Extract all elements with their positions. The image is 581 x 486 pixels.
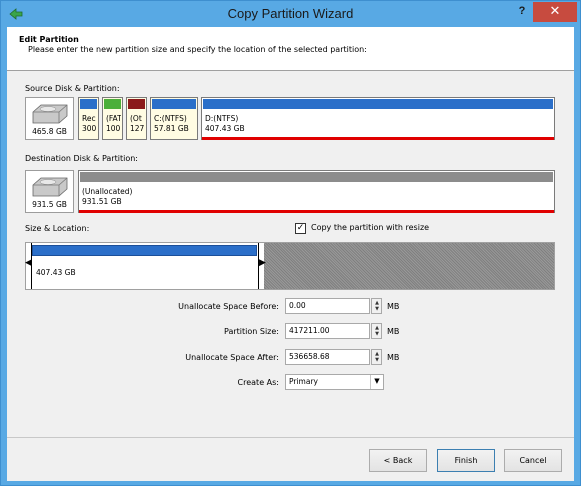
chevron-down-icon[interactable]: ▼ bbox=[370, 375, 383, 389]
partition-block[interactable]: 407.43 GB ◀ ▶ bbox=[25, 243, 266, 289]
destination-disk-label: Destination Disk & Partition: bbox=[25, 154, 138, 163]
unalloc-before-unit: MB bbox=[387, 302, 400, 311]
destination-disk-size: 931.5 GB bbox=[32, 200, 67, 209]
partition-block-bar bbox=[32, 245, 257, 256]
unalloc-after-spinner[interactable]: ▲ ▼ bbox=[371, 349, 382, 365]
left-resize-handle[interactable]: ◀ bbox=[25, 243, 32, 289]
right-resize-handle[interactable]: ▶ bbox=[258, 243, 266, 289]
partition-text: C:(NTFS) 57.81 GB bbox=[154, 114, 189, 133]
cancel-button[interactable]: Cancel bbox=[504, 449, 562, 472]
partition-text: (Unallocated) 931.51 GB bbox=[82, 187, 133, 206]
spin-down-icon[interactable]: ▼ bbox=[373, 306, 381, 312]
unalloc-after-input[interactable]: 536658.68 bbox=[285, 349, 370, 365]
window-title: Copy Partition Wizard bbox=[227, 6, 354, 21]
right-handle-arrow-icon: ▶ bbox=[259, 258, 266, 268]
partition-text: D:(NTFS) 407.43 GB bbox=[205, 114, 245, 133]
unallocated-space-region bbox=[264, 243, 554, 289]
wizard-client-area: Edit Partition Please enter the new part… bbox=[7, 27, 574, 481]
source-partition-fat[interactable]: (FAT 100 bbox=[102, 97, 123, 140]
unalloc-before-input[interactable]: 0.00 bbox=[285, 298, 370, 314]
page-description: Please enter the new partition size and … bbox=[28, 45, 367, 54]
partition-text: (Ot 127 bbox=[130, 114, 145, 133]
hard-disk-icon bbox=[32, 104, 68, 124]
source-partition-c[interactable]: C:(NTFS) 57.81 GB bbox=[150, 97, 198, 140]
page-title: Edit Partition bbox=[19, 35, 79, 44]
partition-size-input[interactable]: 417211.00 bbox=[285, 323, 370, 339]
back-button[interactable]: < Back bbox=[369, 449, 427, 472]
wizard-window: Copy Partition Wizard ? ✕ Edit Partition… bbox=[0, 0, 581, 486]
selection-indicator bbox=[202, 137, 554, 140]
partition-bar bbox=[104, 99, 121, 109]
title-bar[interactable]: Copy Partition Wizard ? ✕ bbox=[1, 1, 580, 27]
partition-size-spinner[interactable]: ▲ ▼ bbox=[371, 323, 382, 339]
partition-bar bbox=[152, 99, 196, 109]
unalloc-before-label: Unallocate Space Before: bbox=[178, 302, 279, 311]
spin-down-icon[interactable]: ▼ bbox=[373, 331, 381, 337]
source-partition-recovery[interactable]: Rec 300 bbox=[78, 97, 99, 140]
partition-block-size: 407.43 GB bbox=[36, 268, 76, 277]
size-location-label: Size & Location: bbox=[25, 224, 90, 233]
help-button[interactable]: ? bbox=[513, 5, 531, 21]
partition-size-label: Partition Size: bbox=[224, 327, 279, 336]
partition-bar bbox=[80, 99, 97, 109]
finish-button[interactable]: Finish bbox=[437, 449, 495, 472]
resize-checkbox[interactable]: ✓ bbox=[295, 223, 306, 234]
partition-text: (FAT 100 bbox=[106, 114, 121, 133]
spin-down-icon[interactable]: ▼ bbox=[373, 357, 381, 363]
hard-disk-icon bbox=[32, 177, 68, 197]
selection-indicator bbox=[79, 210, 554, 213]
unalloc-after-label: Unallocate Space After: bbox=[185, 353, 279, 362]
partition-size-unit: MB bbox=[387, 327, 400, 336]
resize-checkbox-label: Copy the partition with resize bbox=[311, 223, 430, 232]
source-disk-size: 465.8 GB bbox=[32, 127, 67, 136]
destination-partition-unallocated[interactable]: (Unallocated) 931.51 GB bbox=[78, 170, 555, 213]
wizard-header: Edit Partition Please enter the new part… bbox=[7, 27, 574, 71]
source-partition-d-selected[interactable]: D:(NTFS) 407.43 GB bbox=[201, 97, 555, 140]
create-as-select[interactable]: Primary ▼ bbox=[285, 374, 384, 390]
partition-bar bbox=[128, 99, 145, 109]
create-as-value: Primary bbox=[289, 377, 318, 386]
unalloc-before-spinner[interactable]: ▲ ▼ bbox=[371, 298, 382, 314]
left-handle-arrow-icon: ◀ bbox=[25, 258, 32, 268]
partition-text: Rec 300 bbox=[82, 114, 97, 133]
footer-divider bbox=[7, 437, 574, 438]
create-as-label: Create As: bbox=[237, 378, 279, 387]
destination-disk-box[interactable]: 931.5 GB bbox=[25, 170, 74, 213]
partition-bar bbox=[80, 172, 553, 182]
close-button[interactable]: ✕ bbox=[533, 2, 577, 22]
partition-location-slider[interactable]: 407.43 GB ◀ ▶ bbox=[25, 242, 555, 290]
source-disk-box[interactable]: 465.8 GB bbox=[25, 97, 74, 140]
source-partition-other[interactable]: (Ot 127 bbox=[126, 97, 147, 140]
unalloc-after-unit: MB bbox=[387, 353, 400, 362]
partition-bar bbox=[203, 99, 553, 109]
source-disk-label: Source Disk & Partition: bbox=[25, 84, 120, 93]
